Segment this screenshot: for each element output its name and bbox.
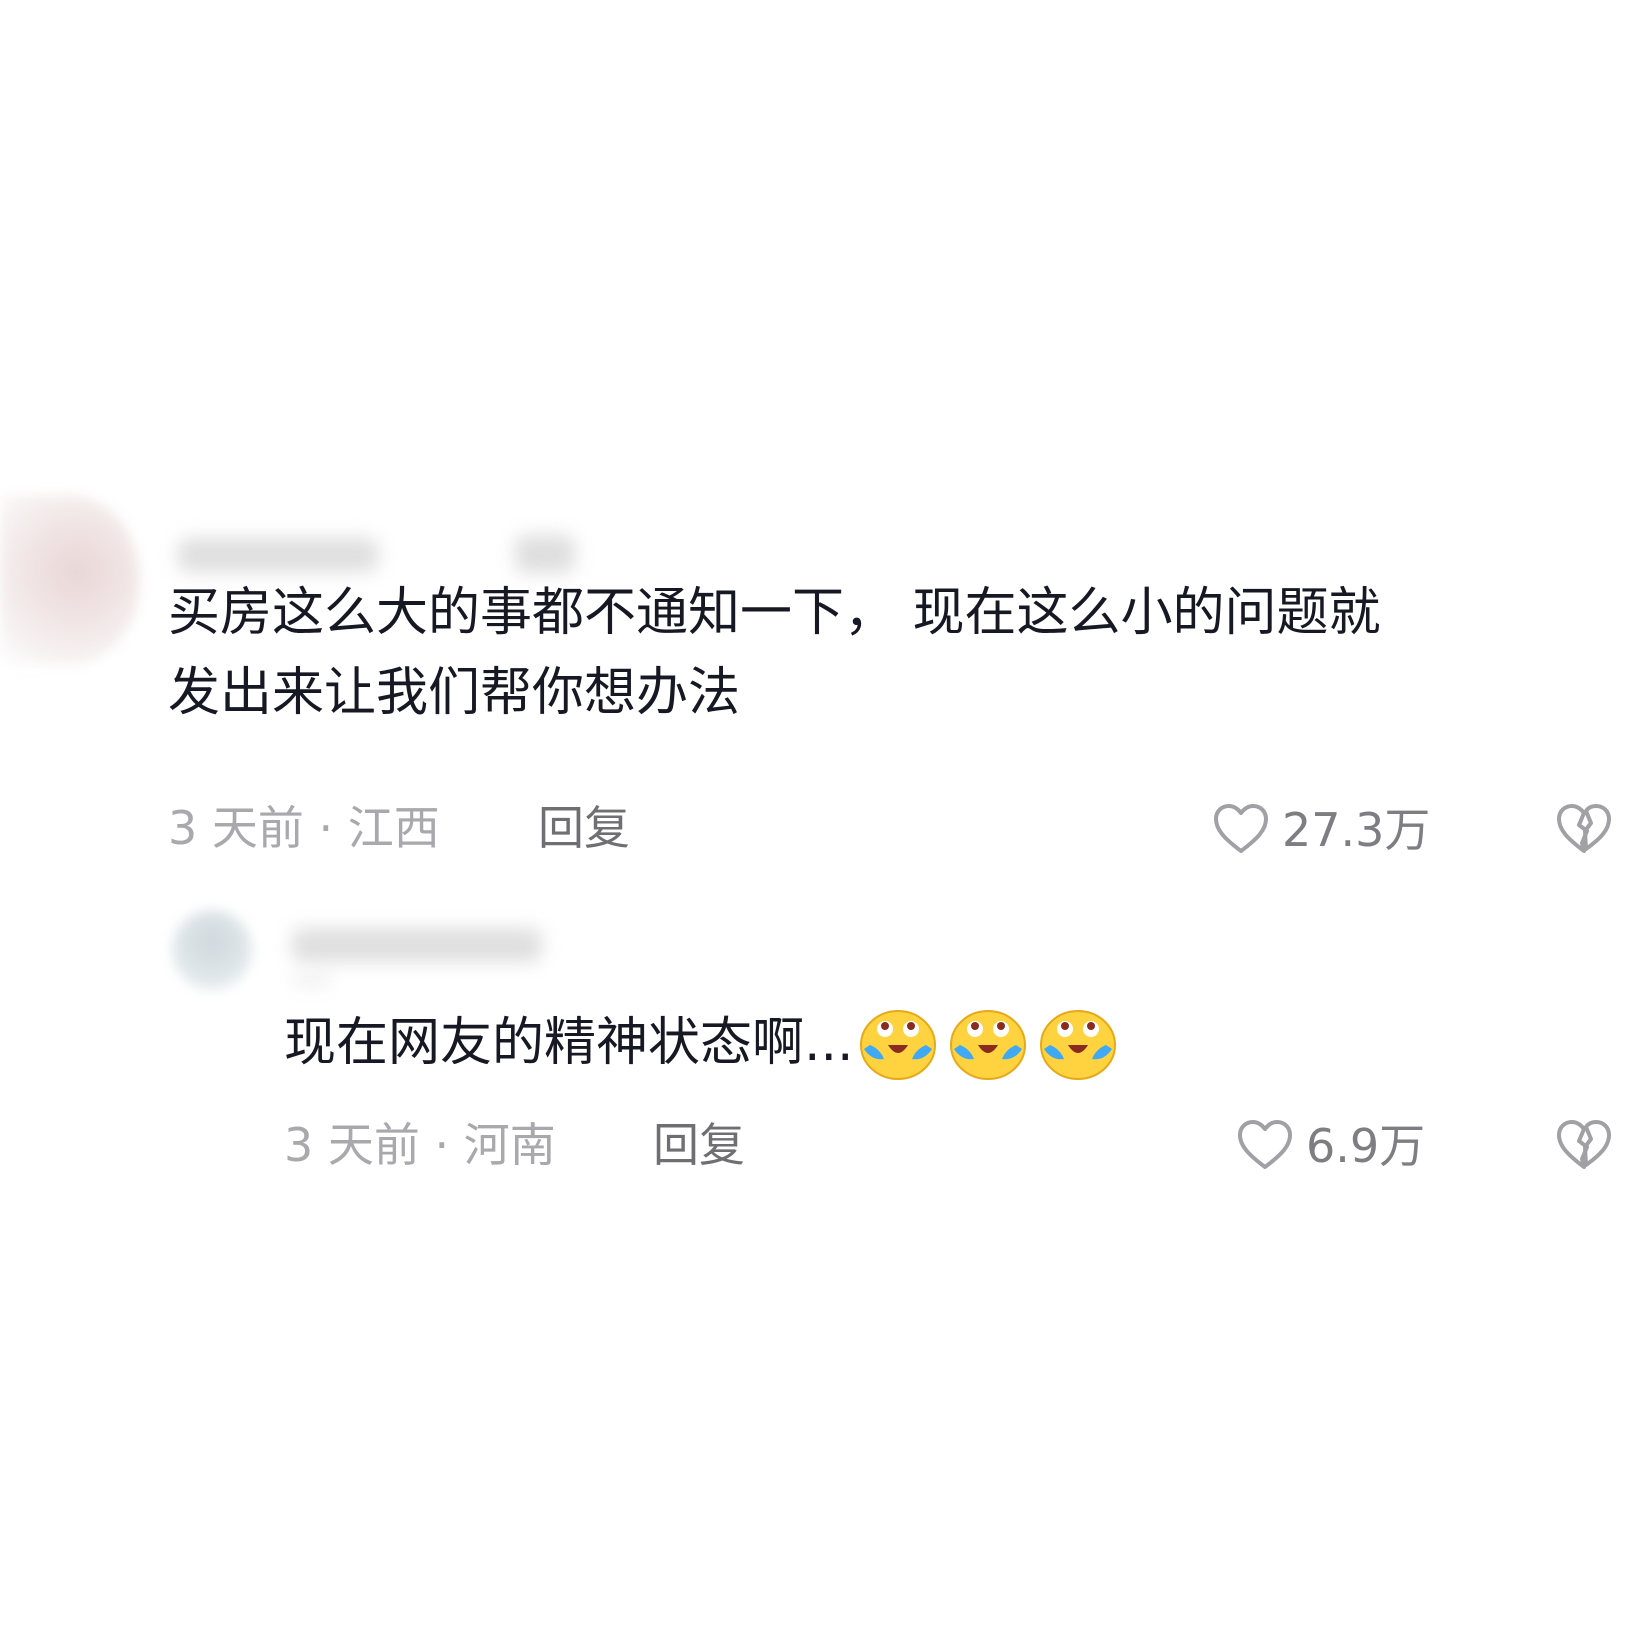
crying-laughing-emoji (858, 1005, 938, 1081)
crying-laughing-emoji (948, 1005, 1028, 1081)
username-blurred[interactable] (292, 928, 542, 962)
comment-text-row: 现在网友的精神状态啊... (284, 1003, 1118, 1083)
comment-text-line-2: 发出来让我们帮你想办法 (168, 663, 741, 723)
heart-outline-icon[interactable] (1213, 803, 1269, 855)
broken-heart-icon[interactable] (1556, 803, 1612, 855)
crying-laughing-emoji (1038, 1005, 1118, 1081)
user-avatar[interactable] (172, 910, 252, 990)
reply-button[interactable]: 回复 (538, 798, 630, 858)
username-blurred[interactable] (178, 538, 378, 572)
user-badge-blurred (515, 535, 575, 573)
comment-time-location: 3 天前 · 河南 (284, 1118, 556, 1172)
like-count: 27.3万 (1282, 803, 1431, 857)
comment-text-line-1: 买房这么大的事都不通知一下， 现在这么小的问题就 (168, 583, 1381, 643)
heart-outline-icon[interactable] (1237, 1119, 1293, 1171)
user-badge-blurred (292, 975, 332, 985)
comment-time-location: 3 天前 · 江西 (168, 801, 440, 855)
emoji-group (858, 1005, 1118, 1081)
like-count: 6.9万 (1306, 1119, 1426, 1173)
comment-text: 现在网友的精神状态啊... (284, 1013, 854, 1073)
user-avatar[interactable] (0, 495, 140, 665)
broken-heart-icon[interactable] (1556, 1119, 1612, 1171)
reply-button[interactable]: 回复 (653, 1115, 745, 1175)
